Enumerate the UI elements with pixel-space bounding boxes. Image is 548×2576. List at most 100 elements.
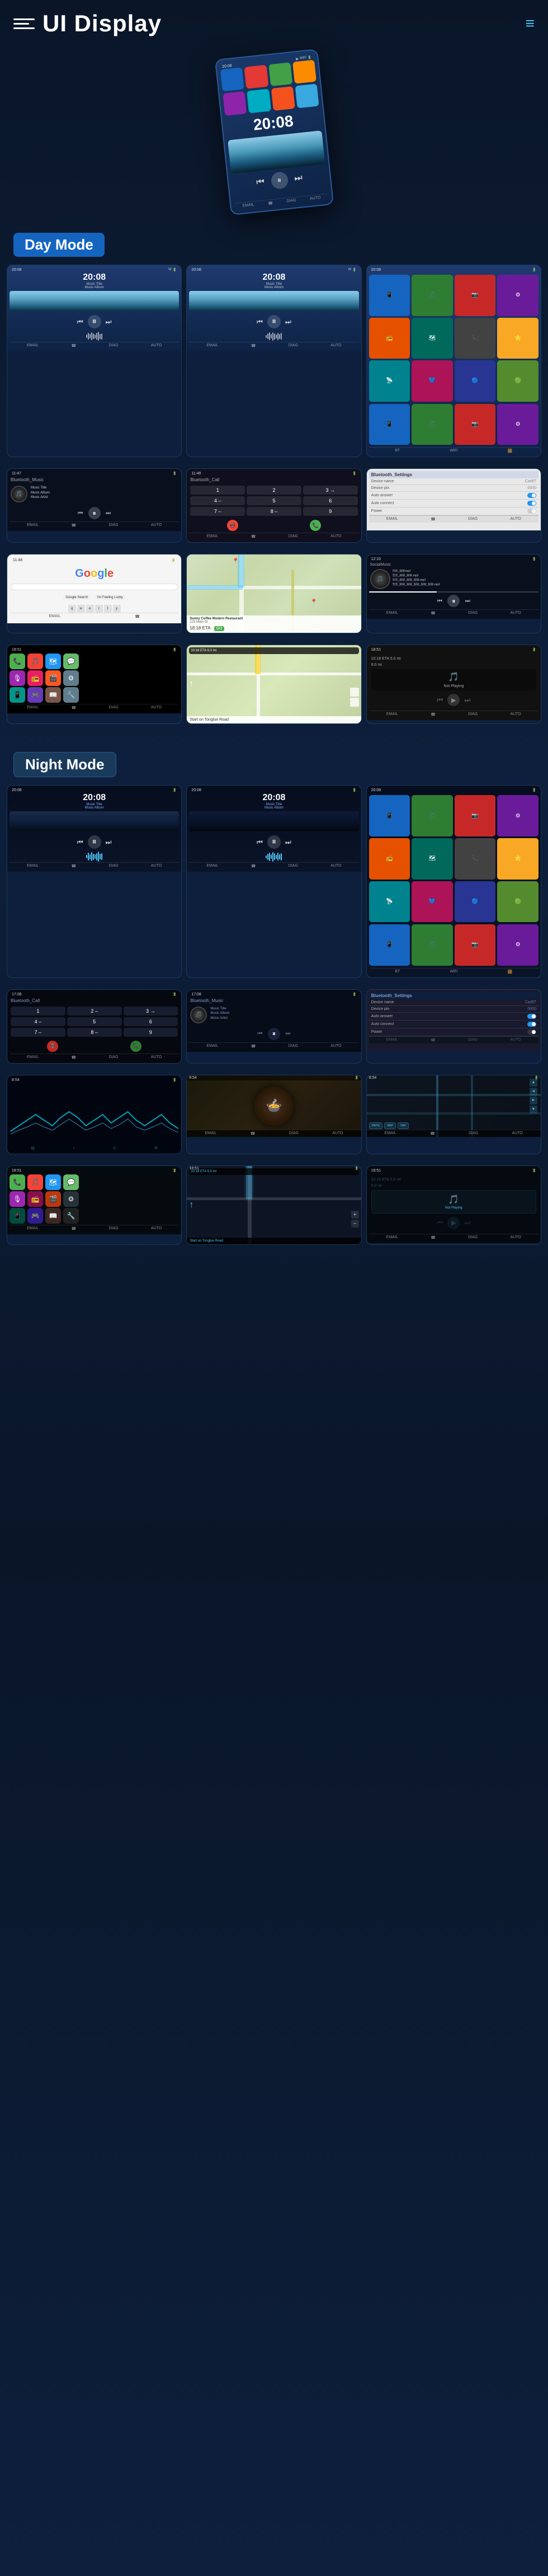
day-app-14[interactable]: 🎵 <box>412 404 453 445</box>
night-key-1[interactable]: 1 <box>11 1007 65 1016</box>
map-go-button[interactable]: GO <box>214 626 225 631</box>
night-nav-btn-3[interactable]: NAV <box>398 1122 409 1129</box>
np-play[interactable]: ▶ <box>447 694 460 706</box>
hero-app-3[interactable] <box>268 62 292 86</box>
power-toggle[interactable] <box>527 509 536 514</box>
night-np-prev[interactable]: ⏮ <box>437 1219 443 1227</box>
night-app-11[interactable]: 🔵 <box>455 881 496 923</box>
night-carplay-phone[interactable]: 📞 <box>10 1174 25 1190</box>
carplay-app-5[interactable]: 📻 <box>27 670 43 686</box>
nav-zoom-in[interactable]: + <box>350 688 359 697</box>
night-carplay-app-9[interactable]: 📱 <box>10 1208 25 1224</box>
carplay-app-11[interactable]: 📖 <box>45 687 61 703</box>
day-app-6[interactable]: 🗺 <box>412 318 453 359</box>
key-2[interactable]: 2 <box>247 486 301 495</box>
night-s2-next[interactable]: ⏭ <box>285 838 291 847</box>
answer-btn[interactable]: 📞 <box>310 520 321 531</box>
night-s1-prev[interactable]: ⏮ <box>77 838 83 847</box>
auto-answer-toggle[interactable] <box>527 493 536 498</box>
night-carplay-app-12[interactable]: 🔧 <box>63 1208 79 1224</box>
night-app-7[interactable]: 📞 <box>455 838 496 880</box>
day-app-5[interactable]: 📻 <box>369 318 410 359</box>
night-bt-play[interactable]: ⏸ <box>268 1028 280 1040</box>
night-carplay-maps[interactable]: 🗺 <box>45 1174 61 1190</box>
night-carplay-messages[interactable]: 💬 <box>63 1174 79 1190</box>
night-app-9[interactable]: 📡 <box>369 881 410 923</box>
day-s1-prev[interactable]: ⏮ <box>77 318 83 326</box>
night-key-2[interactable]: 2 – <box>67 1007 122 1016</box>
night-s1-next[interactable]: ⏭ <box>106 838 112 847</box>
bt-play[interactable]: ⏸ <box>88 507 101 519</box>
night-app-8[interactable]: ⭐ <box>497 838 538 880</box>
night-bt-next[interactable]: ⏭ <box>284 1030 292 1038</box>
hero-app-8[interactable] <box>295 84 319 108</box>
google-search-bar[interactable] <box>11 584 178 590</box>
night-nav-btn-1[interactable]: MENU <box>369 1122 383 1129</box>
hero-app-7[interactable] <box>271 86 295 110</box>
menu-icon[interactable] <box>13 13 35 34</box>
social-next[interactable]: ⏭ <box>463 596 472 605</box>
auto-connect-toggle[interactable] <box>527 501 536 506</box>
key-7[interactable]: 7 – <box>190 507 245 516</box>
key-4[interactable]: 4 – <box>190 496 245 505</box>
hero-prev-btn[interactable]: ⏮ <box>256 177 264 187</box>
night-app-14[interactable]: 🎵 <box>412 924 453 966</box>
night-app-6[interactable]: 🗺 <box>412 838 453 880</box>
night-carplay-app-5[interactable]: 📻 <box>27 1191 43 1207</box>
key-8[interactable]: 8 – <box>247 507 301 516</box>
night-app-16[interactable]: ⚙ <box>497 924 538 966</box>
key-9[interactable]: 9 <box>303 507 358 516</box>
night-key-9[interactable]: 9 <box>124 1028 178 1037</box>
night-nav-right[interactable]: ► <box>530 1097 537 1104</box>
night-key-8[interactable]: 8 – <box>67 1028 122 1037</box>
carplay-app-6[interactable]: 🎬 <box>45 670 61 686</box>
night-key-6[interactable]: 6 <box>124 1017 178 1026</box>
night-auto-connect-toggle[interactable] <box>527 1022 536 1027</box>
night-key-5[interactable]: 5 <box>67 1017 122 1026</box>
hero-next-btn[interactable]: ⏭ <box>294 173 303 184</box>
day-s2-play[interactable]: ⏸ <box>267 315 281 328</box>
day-app-1[interactable]: 📱 <box>369 275 410 316</box>
night-key-3[interactable]: 3 → <box>124 1007 178 1016</box>
hero-play-btn[interactable]: ⏸ <box>270 171 289 190</box>
night-app-5[interactable]: 📻 <box>369 838 410 880</box>
night-app-4[interactable]: ⚙ <box>497 795 538 836</box>
carplay-app-9[interactable]: 📱 <box>10 687 25 703</box>
bt-next[interactable]: ⏭ <box>104 509 113 518</box>
social-prev[interactable]: ⏮ <box>435 596 444 605</box>
night-s2-prev[interactable]: ⏮ <box>257 838 263 847</box>
day-s2-prev[interactable]: ⏮ <box>257 318 263 326</box>
google-lucky-btn[interactable]: I'm Feeling Lucky <box>94 595 126 600</box>
night-carplay-music[interactable]: 🎵 <box>27 1174 43 1190</box>
day-app-3[interactable]: 📷 <box>455 275 496 316</box>
carplay-app-10[interactable]: 🎮 <box>27 687 43 703</box>
night-zoom-in[interactable]: + <box>351 1211 359 1219</box>
night-app-3[interactable]: 📷 <box>455 795 496 836</box>
day-s1-next[interactable]: ⏭ <box>106 318 112 326</box>
carplay-maps[interactable]: 🗺 <box>45 654 61 669</box>
night-power-toggle[interactable] <box>527 1030 536 1035</box>
hero-app-2[interactable] <box>244 65 268 89</box>
google-search-btn[interactable]: Google Search <box>63 595 91 600</box>
day-app-9[interactable]: 📡 <box>369 360 410 402</box>
night-app-13[interactable]: 📱 <box>369 924 410 966</box>
night-auto-answer-toggle[interactable] <box>527 1014 536 1019</box>
night-app-1[interactable]: 📱 <box>369 795 410 836</box>
nav-hamburger-icon[interactable]: ≡ <box>526 15 535 32</box>
day-s2-next[interactable]: ⏭ <box>285 318 291 326</box>
bt-prev[interactable]: ⏮ <box>76 509 85 518</box>
night-key-7[interactable]: 7 – <box>11 1028 65 1037</box>
night-np-play[interactable]: ▶ <box>447 1217 460 1229</box>
night-zoom-out[interactable]: – <box>351 1220 359 1228</box>
carplay-app-12[interactable]: 🔧 <box>63 687 79 703</box>
hero-app-1[interactable] <box>220 67 244 91</box>
day-app-16[interactable]: ⚙ <box>497 404 538 445</box>
night-hang-up[interactable]: 📵 <box>47 1041 58 1052</box>
day-app-2[interactable]: 🎵 <box>412 275 453 316</box>
key-3[interactable]: 3 → <box>303 486 358 495</box>
day-app-10[interactable]: 💙 <box>412 360 453 402</box>
day-app-4[interactable]: ⚙ <box>497 275 538 316</box>
hero-app-4[interactable] <box>292 60 316 84</box>
night-s1-play[interactable]: ⏸ <box>88 835 101 849</box>
carplay-phone[interactable]: 📞 <box>10 654 25 669</box>
